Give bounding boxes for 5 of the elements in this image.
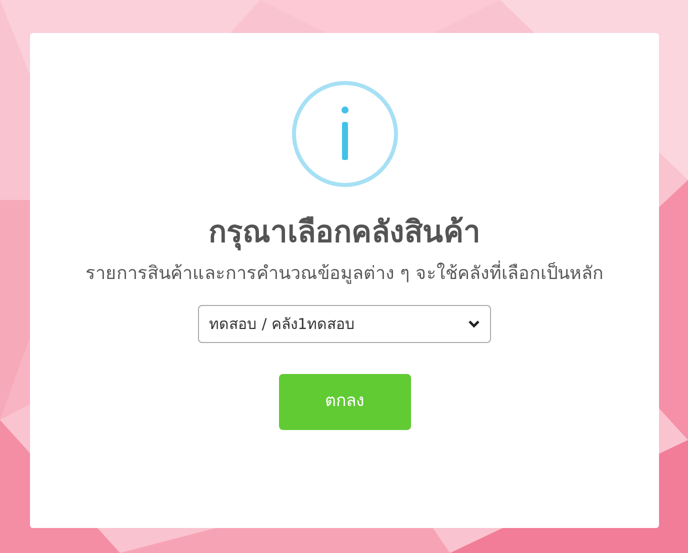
warehouse-dropdown[interactable]: ทดสอบ / คลัง1ทดสอบ (198, 305, 491, 343)
chevron-icon (468, 320, 480, 328)
info-icon (290, 80, 398, 188)
dialog-title: กรุณาเลือกคลังสินค้า (208, 214, 480, 252)
dialog-message: รายการสินค้าและการคำนวณข้อมูลต่าง ๆ จะใช้คลังที่เลือกเป็นหลัก (55, 260, 634, 288)
